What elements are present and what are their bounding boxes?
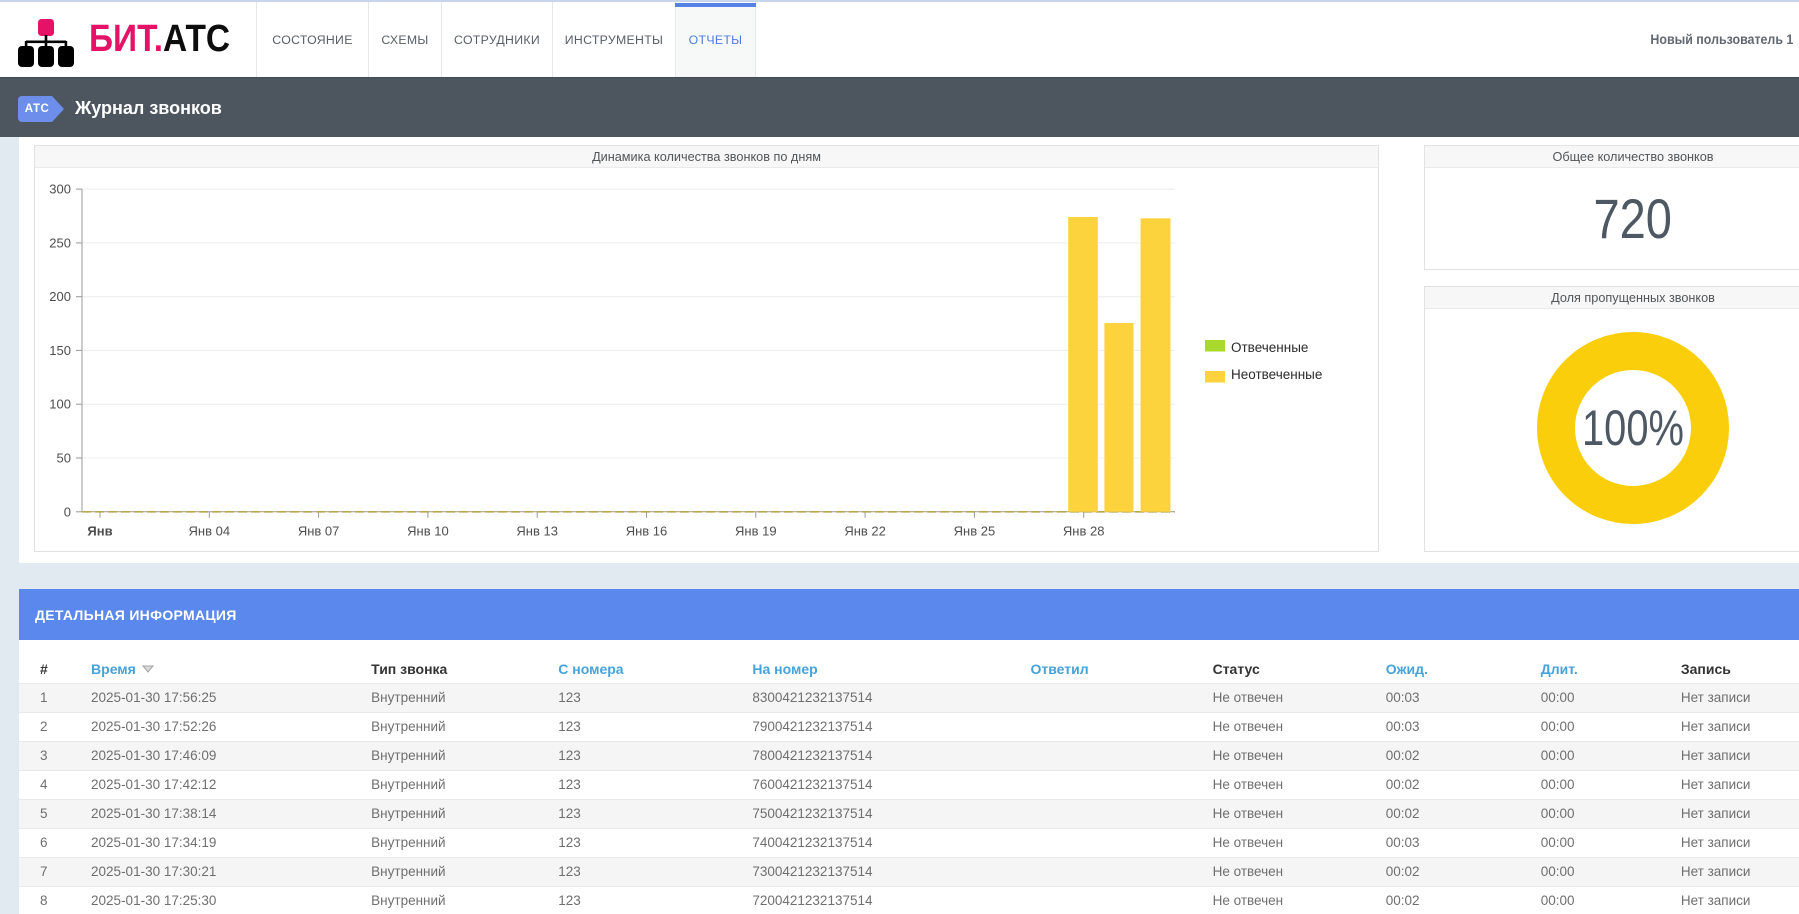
svg-text:250: 250 (49, 235, 71, 250)
svg-text:Янв 16: Янв 16 (626, 524, 668, 539)
svg-text:Неотвеченные: Неотвеченные (1231, 367, 1322, 382)
svg-text:300: 300 (49, 182, 71, 197)
svg-text:100%: 100% (1582, 400, 1684, 456)
svg-text:Янв 22: Янв 22 (844, 524, 886, 539)
svg-text:100: 100 (49, 397, 71, 412)
svg-text:50: 50 (57, 451, 71, 466)
svg-text:Янв 10: Янв 10 (407, 524, 449, 539)
svg-text:Янв 13: Янв 13 (516, 524, 558, 539)
svg-text:Янв 28: Янв 28 (1063, 524, 1105, 539)
svg-text:200: 200 (49, 289, 71, 304)
svg-text:150: 150 (49, 343, 71, 358)
svg-text:Янв: Янв (87, 524, 112, 539)
svg-text:Янв 19: Янв 19 (735, 524, 777, 539)
svg-text:Янв 25: Янв 25 (954, 524, 996, 539)
svg-text:Отвеченные: Отвеченные (1231, 340, 1308, 355)
svg-text:Янв 04: Янв 04 (189, 524, 231, 539)
svg-text:0: 0 (64, 504, 71, 519)
svg-text:Янв 07: Янв 07 (298, 524, 340, 539)
